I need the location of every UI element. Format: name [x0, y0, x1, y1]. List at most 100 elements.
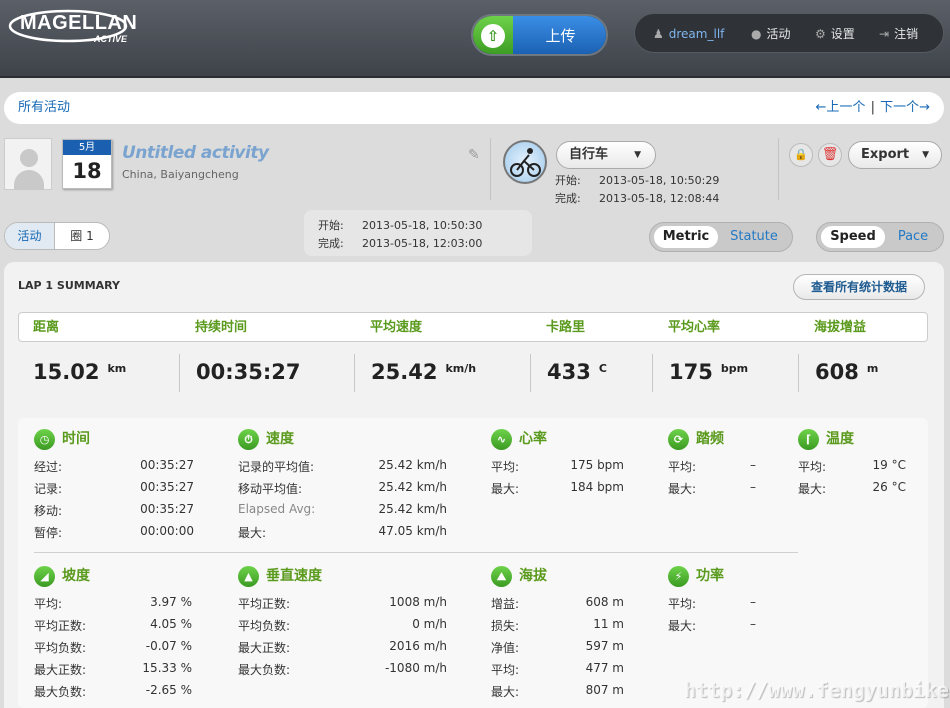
nav-logout-label: 注销 [894, 27, 919, 41]
stat-value: 00:00:00 [140, 524, 194, 538]
export-label: Export [861, 147, 910, 162]
stat-label: 平均: [668, 460, 697, 474]
delete-button[interactable]: 🗑 [818, 143, 842, 167]
section-speed: ⏱ 速度 [238, 428, 294, 450]
stat-value: -1080 m/h [384, 661, 447, 675]
stat-value: 25.42 km/h [378, 502, 447, 516]
stat-value: 26 °C [872, 480, 906, 494]
stat-value: 25.42 km/h [378, 480, 447, 494]
calories-unit: C [598, 362, 607, 375]
thermometer-icon: ⌈ [798, 428, 819, 450]
lap-start: 开始: 2013-05-18, 10:50:30 [318, 217, 482, 233]
pace-option[interactable]: Pace [887, 226, 939, 248]
stat-label: 平均: [668, 597, 697, 611]
section-temperature: ⌈ 温度 [798, 428, 854, 450]
summary-divider [354, 354, 355, 392]
section-vspeed-title: 垂直速度 [266, 568, 322, 584]
statute-option[interactable]: Statute [720, 226, 788, 248]
summary-value: 608 m [815, 360, 878, 384]
lap-finish-label: 完成: [318, 237, 344, 250]
previous-link[interactable]: ←上一个 [816, 100, 866, 115]
activity-start: 开始: 2013-05-18, 10:50:29 [555, 172, 719, 188]
summary-label: 距离 [33, 320, 60, 335]
stat-label: 平均: [34, 597, 63, 611]
nav-user[interactable]: ♟ dream_llf [653, 14, 724, 54]
metric-option[interactable]: Metric [654, 226, 718, 248]
elev-gain-value: 608 [815, 360, 859, 384]
lightning-icon: ⚡ [668, 565, 689, 587]
upload-arrow-icon: ⇧ [481, 24, 505, 48]
activity-location: China, Baiyangcheng [122, 168, 239, 181]
stat-value: – [750, 458, 756, 472]
user-icon: ♟ [653, 27, 664, 41]
activity-finish: 完成: 2013-05-18, 12:08:44 [555, 190, 719, 206]
tab-activity[interactable]: 活动 [5, 223, 55, 249]
stat-value: – [750, 595, 756, 609]
section-elev-title: 海拔 [519, 568, 547, 584]
detail-stats: ◷ 时间 经过: 00:35:27 记录: 00:35:27 移动: 00:35:27 … [18, 418, 928, 708]
avg-speed-unit: km/h [445, 362, 477, 375]
stat-value: 00:35:27 [140, 458, 194, 472]
stat-value: 0 m/h [412, 617, 447, 631]
summary-value: 175 bpm [669, 360, 748, 384]
edit-pencil-icon[interactable]: ✎ [468, 147, 480, 163]
stat-label: 暂停: [34, 526, 63, 540]
tab-lap-1[interactable]: 圈 1 [55, 223, 109, 249]
nav-activity[interactable]: ● 活动 [751, 14, 791, 54]
stat-label: 移动: [34, 504, 63, 518]
speed-option[interactable]: Speed [821, 226, 885, 248]
stat-value: 15.33 % [142, 661, 192, 675]
avg-hr-unit: bpm [720, 362, 749, 375]
upload-button[interactable]: ⇧ 上传 [471, 14, 608, 56]
stat-value: 19 °C [872, 458, 906, 472]
stat-value: 2016 m/h [389, 639, 447, 653]
stat-label: 移动平均值: [238, 482, 303, 496]
summary-label: 持续时间 [195, 320, 248, 335]
lock-button[interactable]: 🔒 [789, 143, 813, 167]
section-power-title: 功率 [696, 568, 724, 584]
activity-finish-label: 完成: [555, 192, 581, 205]
user-avatar [4, 138, 52, 190]
clock-icon: ◷ [34, 428, 55, 450]
user-name: dream_llf [668, 27, 725, 41]
section-time-title: 时间 [62, 431, 90, 447]
all-activities-link[interactable]: 所有活动 [18, 92, 70, 124]
stat-value: 47.05 km/h [378, 524, 447, 538]
divider [778, 138, 779, 200]
lap-start-value: 2013-05-18, 10:50:30 [362, 219, 483, 232]
activity-start-value: 2013-05-18, 10:50:29 [599, 174, 720, 187]
stat-value: 597 m [585, 639, 624, 653]
export-select[interactable]: Export ▼ [848, 141, 942, 169]
section-cadence-title: 踏频 [696, 431, 724, 447]
stat-value: 3.97 % [150, 595, 192, 609]
section-grade-title: 坡度 [62, 568, 90, 584]
summary-value: 15.02 km [33, 360, 126, 384]
activity-start-label: 开始: [555, 174, 581, 187]
logo-subtext: ACTIVE [94, 34, 128, 44]
nav-settings[interactable]: ⚙ 设置 [815, 14, 855, 54]
activity-title[interactable]: Untitled activity [122, 143, 269, 163]
watermark-text: http://www.fengyunbike.com [684, 678, 950, 702]
summary-value: 00:35:27 [196, 360, 300, 384]
stat-value: -0.07 % [145, 639, 192, 653]
magellan-logo[interactable]: MAGELLAN ACTIVE [6, 6, 137, 46]
sport-select[interactable]: 自行车 ▼ [556, 141, 656, 169]
stat-value: -2.65 % [145, 683, 192, 697]
nav-logout[interactable]: ⇥ 注销 [879, 14, 918, 54]
stat-value: – [750, 617, 756, 631]
speed-pace-toggle: Speed Pace [816, 222, 944, 252]
stat-label: 净值: [491, 641, 520, 655]
avg-speed-value: 25.42 [371, 360, 438, 384]
view-all-stats-button[interactable]: 查看所有统计数据 [793, 274, 925, 300]
activity-finish-value: 2013-05-18, 12:08:44 [599, 192, 720, 205]
stat-value: 807 m [585, 683, 624, 697]
section-heart-rate: ∿ 心率 [491, 428, 547, 450]
summary-divider [179, 354, 180, 392]
next-link[interactable]: 下一个→ [880, 100, 930, 115]
stat-label: 最大正数: [238, 641, 291, 655]
stat-label: 损失: [491, 619, 520, 633]
duration-value: 00:35:27 [196, 360, 301, 384]
stat-label: 平均: [491, 460, 520, 474]
stat-value: 00:35:27 [140, 480, 194, 494]
prev-next-separator: | [870, 100, 875, 115]
